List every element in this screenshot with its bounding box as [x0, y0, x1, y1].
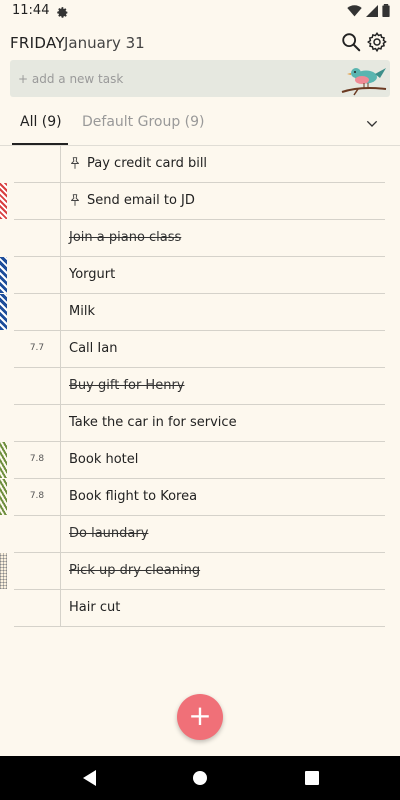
tab-all[interactable]: All (9)	[20, 114, 62, 130]
chevron-down-icon[interactable]	[364, 116, 380, 136]
add-task-input[interactable]	[16, 68, 320, 90]
row-divider	[14, 626, 385, 627]
row-divider-vertical	[60, 442, 61, 479]
home-icon[interactable]	[191, 768, 211, 788]
task-row[interactable]: 7.8 Book hotel	[0, 442, 400, 479]
signal-icon	[366, 4, 378, 17]
header-date: January 31	[64, 34, 145, 52]
task-row[interactable]: Pay credit card bill	[0, 146, 400, 183]
task-label: Call Ian	[69, 341, 118, 356]
bird-icon	[340, 62, 388, 100]
status-icons	[347, 4, 390, 17]
color-marker	[0, 294, 7, 330]
task-label: Buy gift for Henry	[69, 378, 185, 393]
row-divider-vertical	[60, 590, 61, 627]
row-divider-vertical	[60, 331, 61, 368]
status-time: 11:44	[12, 3, 50, 18]
task-label: Pay credit card bill	[87, 156, 208, 171]
row-divider-vertical	[60, 553, 61, 590]
task-row[interactable]: 7.7 Call Ian	[0, 331, 400, 368]
row-divider-vertical	[60, 183, 61, 220]
color-marker	[0, 479, 7, 515]
color-marker	[0, 442, 7, 478]
task-row[interactable]: Yorgurt	[0, 257, 400, 294]
task-list: Pay credit card bill Send email to JD Join…	[0, 146, 400, 627]
back-icon[interactable]	[80, 768, 100, 788]
settings-icon[interactable]	[366, 31, 390, 55]
task-row[interactable]: Pick up dry cleaning	[0, 553, 400, 590]
task-label: Hair cut	[69, 600, 121, 615]
recents-icon[interactable]	[303, 768, 323, 788]
add-icon: +	[188, 699, 212, 732]
search-icon[interactable]	[340, 31, 364, 55]
row-divider-vertical	[60, 405, 61, 442]
row-divider-vertical	[60, 516, 61, 553]
pin-icon[interactable]	[68, 193, 82, 212]
system-nav-bar	[0, 756, 400, 800]
battery-icon	[382, 4, 390, 17]
tab-default-group[interactable]: Default Group (9)	[82, 114, 205, 130]
tab-bar: All (9) Default Group (9)	[0, 106, 400, 146]
task-row[interactable]: Milk	[0, 294, 400, 331]
wifi-icon	[347, 4, 362, 16]
add-task-bar	[10, 60, 390, 97]
task-row[interactable]: Take the car in for service	[0, 405, 400, 442]
row-divider-vertical	[60, 146, 61, 183]
task-label: Join a piano class	[69, 230, 182, 245]
status-bar: 11:44	[0, 0, 400, 24]
task-date: 7.8	[29, 454, 45, 464]
task-label: Book flight to Korea	[69, 489, 198, 504]
row-divider-vertical	[60, 257, 61, 294]
row-divider-vertical	[60, 368, 61, 405]
task-row[interactable]: Do laundary	[0, 516, 400, 553]
task-label: Book hotel	[69, 452, 139, 467]
task-row[interactable]: Hair cut	[0, 590, 400, 627]
color-marker	[0, 183, 7, 219]
color-marker	[0, 553, 7, 589]
row-divider-vertical	[60, 479, 61, 516]
task-row[interactable]: Join a piano class	[0, 220, 400, 257]
task-date: 7.8	[29, 491, 45, 501]
task-label: Milk	[69, 304, 95, 319]
task-label: Do laundary	[69, 526, 149, 541]
row-divider-vertical	[60, 294, 61, 331]
task-label: Pick up dry cleaning	[69, 563, 201, 578]
settings-gear-icon	[56, 4, 69, 23]
task-row[interactable]: Send email to JD	[0, 183, 400, 220]
task-row[interactable]: 7.8 Book flight to Korea	[0, 479, 400, 516]
task-row[interactable]: Buy gift for Henry	[0, 368, 400, 405]
app-header: FRIDAY January 31	[0, 28, 400, 58]
pin-icon[interactable]	[68, 156, 82, 175]
task-label: Yorgurt	[69, 267, 116, 282]
task-date: 7.7	[29, 343, 45, 353]
add-task-button[interactable]: +	[177, 694, 223, 740]
task-label: Send email to JD	[87, 193, 195, 208]
color-marker	[0, 257, 7, 293]
header-day: FRIDAY	[10, 34, 65, 52]
task-label: Take the car in for service	[69, 415, 237, 430]
row-divider-vertical	[60, 220, 61, 257]
